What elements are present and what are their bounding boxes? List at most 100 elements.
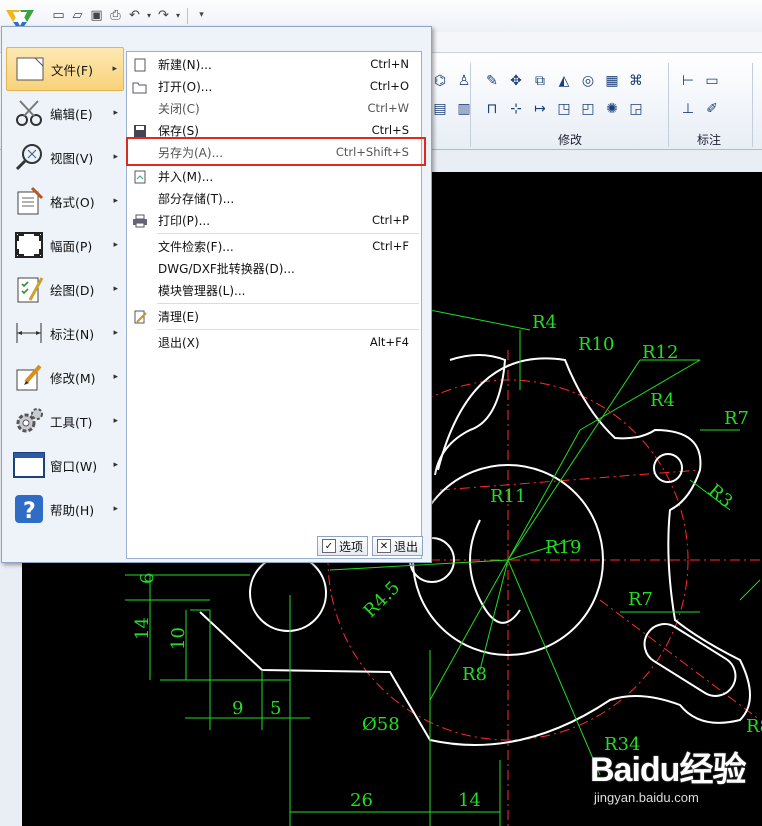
- array-icon[interactable]: ▦: [602, 71, 622, 91]
- menu-item-exit[interactable]: 退出(X) Alt+F4: [127, 331, 421, 353]
- menu-category-file[interactable]: 文件(F) ▸: [6, 47, 124, 91]
- undo-icon[interactable]: ↶: [126, 7, 143, 24]
- new-file-icon[interactable]: ▭: [50, 7, 67, 24]
- coordinate-icon[interactable]: ⊥: [678, 99, 698, 119]
- dim-text: R4: [532, 312, 557, 333]
- mirror-icon[interactable]: ◭: [554, 71, 574, 91]
- menu-category-label: 修改(M): [50, 370, 96, 386]
- dim-text: 6: [137, 573, 158, 584]
- tool-icon[interactable]: ▥: [454, 99, 474, 119]
- menu-category-modify[interactable]: 修改(M) ▸: [6, 355, 124, 399]
- menu-category-format[interactable]: 格式(O) ▸: [6, 179, 124, 223]
- fillet-icon[interactable]: ◰: [578, 99, 598, 119]
- tool-icon[interactable]: ⌬: [430, 71, 450, 91]
- menu-item-dwg-dxf-converter[interactable]: DWG/DXF批转换器(D)...: [127, 257, 421, 279]
- dim-text: R7: [724, 408, 749, 429]
- dim-text: R7: [628, 589, 653, 610]
- menu-category-label: 幅面(P): [50, 238, 93, 254]
- menu-category-label: 格式(O): [50, 194, 95, 210]
- menu-item-shortcut: Ctrl+O: [369, 79, 409, 93]
- dim-text: Ø58: [362, 714, 400, 735]
- menu-item-label: 保存(S): [158, 123, 199, 138]
- open-folder-icon[interactable]: ▱: [69, 7, 86, 24]
- menu-category-view[interactable]: 视图(V) ▸: [6, 135, 124, 179]
- ribbon-left-tools-row2: ▤ ▥: [430, 99, 474, 119]
- dim-text: R8: [746, 716, 762, 737]
- menu-item-close[interactable]: 关闭(C) Ctrl+W: [127, 97, 421, 119]
- menu-item-partial-save[interactable]: 部分存储(T)...: [127, 187, 421, 209]
- tool-icon[interactable]: ♙: [454, 71, 474, 91]
- menu-category-label: 文件(F): [51, 62, 93, 78]
- menu-item-merge[interactable]: 并入(M)...: [127, 165, 421, 187]
- menu-item-label: 模块管理器(L)...: [158, 283, 246, 298]
- extend-icon[interactable]: ↦: [530, 99, 550, 119]
- redo-dropdown-icon[interactable]: ▾: [174, 7, 182, 24]
- ribbon-separator: [668, 63, 669, 147]
- menu-category-list: 文件(F) ▸ 编辑(E) ▸ 视图(V) ▸ 格式(O) ▸ 幅面(P) ▸ …: [6, 47, 124, 531]
- break-icon[interactable]: ⊹: [506, 99, 526, 119]
- edit-annotation-icon[interactable]: ✐: [702, 99, 722, 119]
- menu-item-file-search[interactable]: 文件检索(F)... Ctrl+F: [127, 235, 421, 257]
- dimension-icon[interactable]: ⊢: [678, 71, 698, 91]
- menu-category-draw[interactable]: 绘图(D) ▸: [6, 267, 124, 311]
- exit-button-label: 退出: [393, 539, 418, 554]
- modify-tools-row1: ✎ ✥ ⧉ ◭ ◎ ▦ ⌘: [482, 71, 646, 91]
- menu-category-window[interactable]: 窗口(W) ▸: [6, 443, 124, 487]
- menu-item-print[interactable]: 打印(P)... Ctrl+P: [127, 209, 421, 231]
- copy-icon[interactable]: ⧉: [530, 71, 550, 91]
- dim-text: R4: [650, 390, 675, 411]
- chevron-right-icon: ▸: [113, 372, 118, 382]
- highlight-save-as-box: [126, 137, 426, 166]
- exit-button[interactable]: ✕ 退出: [371, 536, 423, 556]
- menu-item-label: 退出(X): [158, 335, 200, 350]
- menu-category-sheet[interactable]: 幅面(P) ▸: [6, 223, 124, 267]
- menu-category-label: 绘图(D): [50, 282, 95, 298]
- stretch-icon[interactable]: ◳: [554, 99, 574, 119]
- printer-icon: [131, 212, 148, 229]
- menu-category-label: 标注(N): [50, 326, 95, 342]
- menu-category-label: 窗口(W): [50, 458, 98, 474]
- dim-text: 14: [458, 790, 481, 811]
- chamfer-icon[interactable]: ◲: [626, 99, 646, 119]
- menu-item-label: 并入(M)...: [158, 169, 214, 184]
- print-icon[interactable]: ⎙: [107, 7, 124, 24]
- customize-qat-icon[interactable]: ▾: [193, 7, 210, 24]
- redo-icon[interactable]: ↷: [155, 7, 172, 24]
- save-icon[interactable]: ▣: [88, 7, 105, 24]
- menu-item-shortcut: Ctrl+P: [371, 213, 409, 227]
- menu-item-open[interactable]: 打开(O)... Ctrl+O: [127, 75, 421, 97]
- trim-icon[interactable]: ⊓: [482, 99, 502, 119]
- menu-category-help[interactable]: ? 帮助(H) ▸: [6, 487, 124, 531]
- format-document-icon: [12, 184, 46, 218]
- scale-icon[interactable]: ⌘: [626, 71, 646, 91]
- cad-slot: [643, 623, 737, 697]
- explode-icon[interactable]: ✺: [602, 99, 622, 119]
- menu-item-new[interactable]: 新建(N)... Ctrl+N: [127, 53, 421, 75]
- tool-icon[interactable]: ▤: [430, 99, 450, 119]
- magnifier-icon: [12, 140, 46, 174]
- menu-category-tools[interactable]: 工具(T) ▸: [6, 399, 124, 443]
- menu-item-purge[interactable]: 清理(E): [127, 305, 421, 327]
- dim-text: 10: [168, 627, 189, 650]
- chevron-right-icon: ▸: [112, 64, 117, 74]
- move-icon[interactable]: ✥: [506, 71, 526, 91]
- svg-text:?: ?: [23, 499, 36, 524]
- dim-text: R10: [578, 334, 614, 355]
- brush-icon[interactable]: ✎: [482, 71, 502, 91]
- checkbox-icon: ✓: [321, 539, 336, 553]
- menu-category-label: 视图(V): [50, 150, 94, 166]
- options-button[interactable]: ✓ 选项: [316, 536, 368, 556]
- menu-category-edit[interactable]: 编辑(E) ▸: [6, 91, 124, 135]
- file-submenu: 新建(N)... Ctrl+N 打开(O)... Ctrl+O 关闭(C) Ct…: [126, 51, 422, 559]
- menu-item-label: 打印(P)...: [158, 213, 211, 228]
- menu-category-annotate[interactable]: 标注(N) ▸: [6, 311, 124, 355]
- rotate-icon[interactable]: ◎: [578, 71, 598, 91]
- chevron-right-icon: ▸: [113, 196, 118, 206]
- text-style-icon[interactable]: ▭: [702, 71, 722, 91]
- menu-item-shortcut: Ctrl+F: [372, 239, 409, 253]
- menu-item-module-manager[interactable]: 模块管理器(L)...: [127, 279, 421, 301]
- dim-text: R34: [604, 734, 640, 755]
- qat-separator: [187, 7, 188, 24]
- dim-text: R11: [490, 486, 526, 507]
- undo-dropdown-icon[interactable]: ▾: [145, 7, 153, 24]
